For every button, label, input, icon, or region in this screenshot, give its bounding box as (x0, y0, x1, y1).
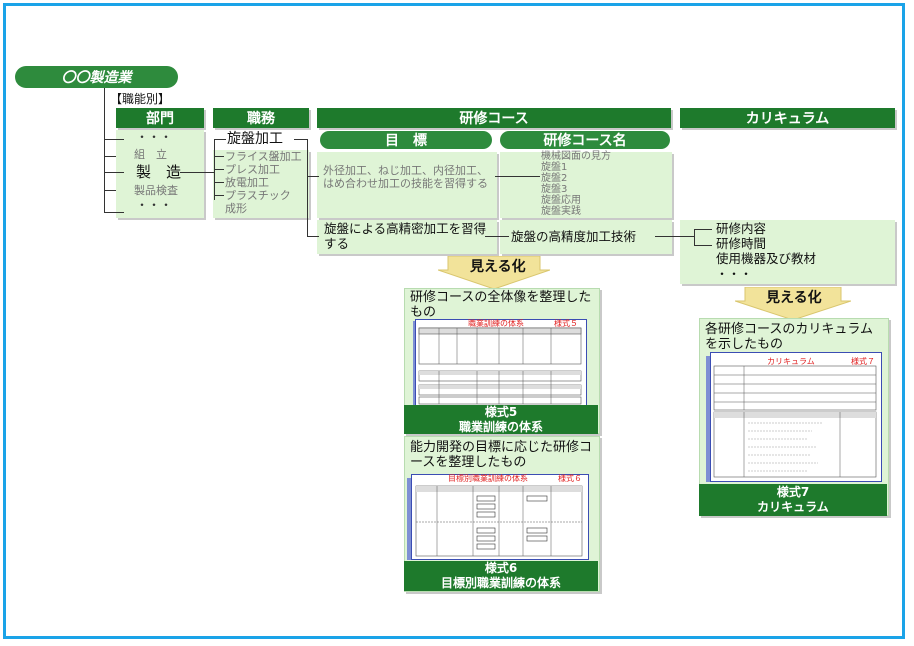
form6-footer: 様式6 目標別職業訓練の体系 (404, 561, 598, 591)
form6-footer-number: 様式6 (484, 561, 518, 575)
form7-footer-number: 様式7 (776, 485, 810, 499)
header-course: 研修コース (317, 108, 671, 128)
form5-title: 研修コースの全体像を整理したもの (410, 290, 592, 320)
connector-line (104, 139, 124, 140)
course-name-item: 旋盤3 (541, 184, 568, 195)
connector-line (655, 236, 695, 237)
form6-doc-table (415, 485, 583, 557)
connector-line (104, 156, 116, 157)
connector-line (495, 176, 540, 177)
course-name-item: 旋盤実践 (541, 206, 581, 217)
connector-line (694, 245, 712, 246)
connector-line (104, 172, 124, 173)
form6-footer-name: 目標別職業訓練の体系 (440, 576, 561, 590)
connector-line (104, 88, 105, 213)
form5-doc: 職業訓練の体系 様式５ (415, 319, 587, 407)
curriculum-item: 研修内容 (716, 221, 767, 236)
department-item: ・・・ (136, 130, 173, 144)
duty-item: フライス盤加工 (225, 150, 302, 163)
visualize-label: 見える化 (470, 259, 526, 275)
department-item: ・・・ (136, 198, 173, 212)
department-item: 製品検査 (134, 184, 178, 197)
connector-line (307, 139, 308, 236)
course-name-item: 旋盤応用 (541, 195, 581, 206)
selected-goal-text: 旋盤による高精密加工を習得する (324, 221, 487, 251)
duty-item: プレス加工 (225, 163, 280, 176)
goal-header: 目 標 (320, 131, 492, 149)
connector-line (307, 176, 319, 177)
selected-course-text: 旋盤の高精度加工技術 (511, 229, 637, 244)
connector-line (485, 236, 509, 237)
form5-footer-number: 様式5 (484, 404, 518, 419)
curriculum-item: ・・・ (716, 267, 753, 281)
connector-line (104, 190, 116, 191)
connector-line (214, 169, 224, 170)
course-name-item: 旋盤1 (541, 162, 568, 173)
connector-line (294, 139, 308, 140)
connector-line (104, 212, 124, 213)
form5-doc-table (418, 327, 582, 405)
duty-item: 成形 (225, 202, 247, 215)
form6-title: 能力開発の目標に応じた研修コースを整理したもの (410, 440, 593, 470)
header-department: 部門 (116, 108, 204, 128)
form7-doc: カリキュラム 様式７ (710, 352, 882, 482)
department-item-selected: 製 造 (136, 163, 182, 181)
header-curriculum: カリキュラム (680, 108, 895, 128)
form7-footer-name: カリキュラム (757, 500, 829, 514)
course-name-item: 機械図面の見方 (541, 151, 611, 162)
department-item: 組 立 (134, 148, 167, 161)
category-label: 【職能別】 (110, 92, 171, 106)
form5-footer: 様式5 職業訓練の体系 (404, 405, 598, 434)
duty-item: プラスチック (225, 189, 291, 202)
connector-line (214, 182, 224, 183)
form5-footer-name: 職業訓練の体系 (458, 419, 543, 434)
form6-doc: 目標別職業訓練の体系 様式６ (411, 474, 589, 560)
curriculum-item: 使用機器及び教材 (716, 251, 817, 266)
visualize-label: 見える化 (766, 290, 822, 306)
form7-footer: 様式7 カリキュラム (699, 484, 887, 516)
header-duties: 職務 (213, 108, 309, 128)
company-label: 〇〇製造業 (15, 66, 178, 88)
connector-line (694, 229, 712, 230)
form7-doc-table (713, 365, 877, 478)
goal-text: 外径加工、ねじ加工、内径加工、はめ合わせ加工の技能を習得する (323, 164, 488, 190)
curriculum-item: 研修時間 (716, 236, 767, 251)
connector-line (214, 195, 224, 196)
course-name-header: 研修コース名 (500, 131, 670, 149)
connector-line (180, 172, 215, 173)
duty-selected: 旋盤加工 (227, 131, 283, 147)
connector-line (307, 236, 319, 237)
company-text: 〇〇製造業 (61, 70, 132, 86)
course-name-item: 旋盤2 (541, 173, 568, 184)
duty-item: 放電加工 (225, 176, 269, 189)
connector-line (214, 156, 224, 157)
form7-title: 各研修コースのカリキュラムを示したもの (705, 322, 873, 352)
connector-line (214, 139, 226, 140)
connector-line (694, 229, 695, 245)
